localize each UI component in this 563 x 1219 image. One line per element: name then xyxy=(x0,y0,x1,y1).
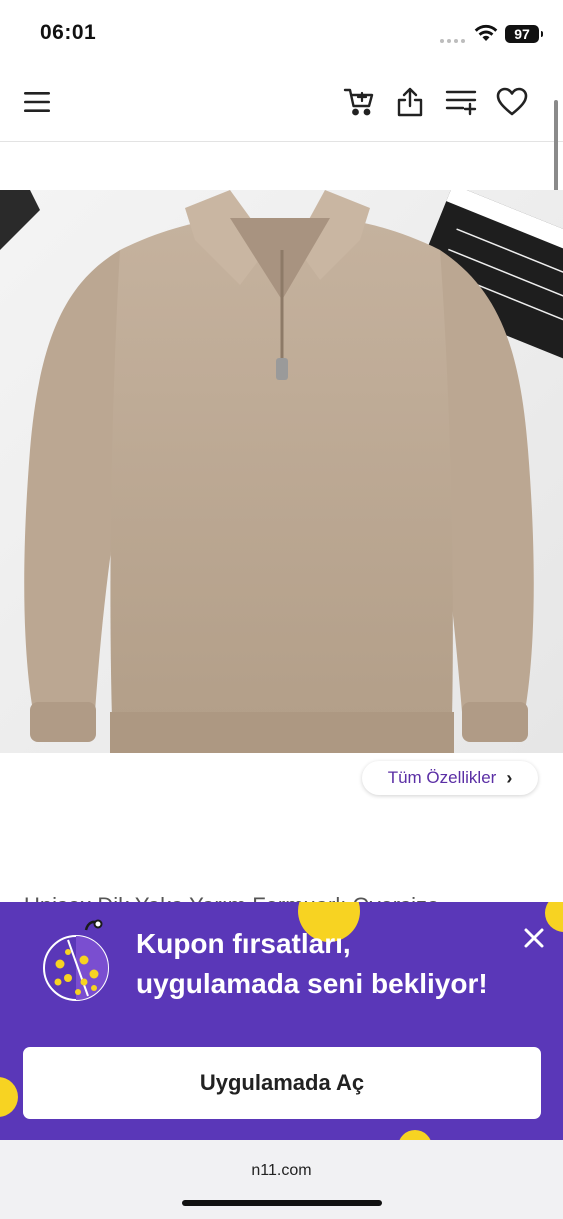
url-display[interactable]: n11.com xyxy=(0,1162,563,1180)
chevron-right-icon: › xyxy=(506,767,513,788)
sweatshirt-illustration xyxy=(0,190,563,753)
promo-message: Kupon fırsatları, uygulamada seni bekliy… xyxy=(136,924,488,1004)
ladybug-logo-icon xyxy=(43,919,109,1001)
decorative-dot xyxy=(0,1077,18,1117)
decorative-dot xyxy=(398,1130,432,1140)
share-icon[interactable] xyxy=(392,84,428,120)
cellular-signal-icon xyxy=(440,39,465,43)
open-in-app-button[interactable]: Uygulamada Aç xyxy=(23,1047,541,1119)
menu-icon[interactable] xyxy=(19,84,55,120)
battery-indicator: 97 xyxy=(505,25,543,43)
browser-address-bar: n11.com xyxy=(0,1140,563,1219)
app-promo-banner: Kupon fırsatları, uygulamada seni bekliy… xyxy=(0,902,563,1140)
product-image[interactable] xyxy=(0,190,563,753)
status-time: 06:01 xyxy=(40,21,97,44)
compare-list-icon[interactable] xyxy=(443,84,479,120)
app-header xyxy=(0,66,563,142)
wifi-icon xyxy=(474,24,498,41)
all-features-button[interactable]: Tüm Özellikler › xyxy=(362,761,538,795)
status-bar: 06:01 97 xyxy=(0,0,563,66)
cart-icon[interactable] xyxy=(341,84,377,120)
promo-line-2: uygulamada seni bekliyor! xyxy=(136,968,488,999)
all-features-label: Tüm Özellikler xyxy=(387,768,497,787)
promo-line-1: Kupon fırsatları, xyxy=(136,928,351,959)
home-indicator[interactable] xyxy=(182,1200,382,1206)
favorite-heart-icon[interactable] xyxy=(494,84,530,120)
close-icon[interactable] xyxy=(520,924,548,952)
